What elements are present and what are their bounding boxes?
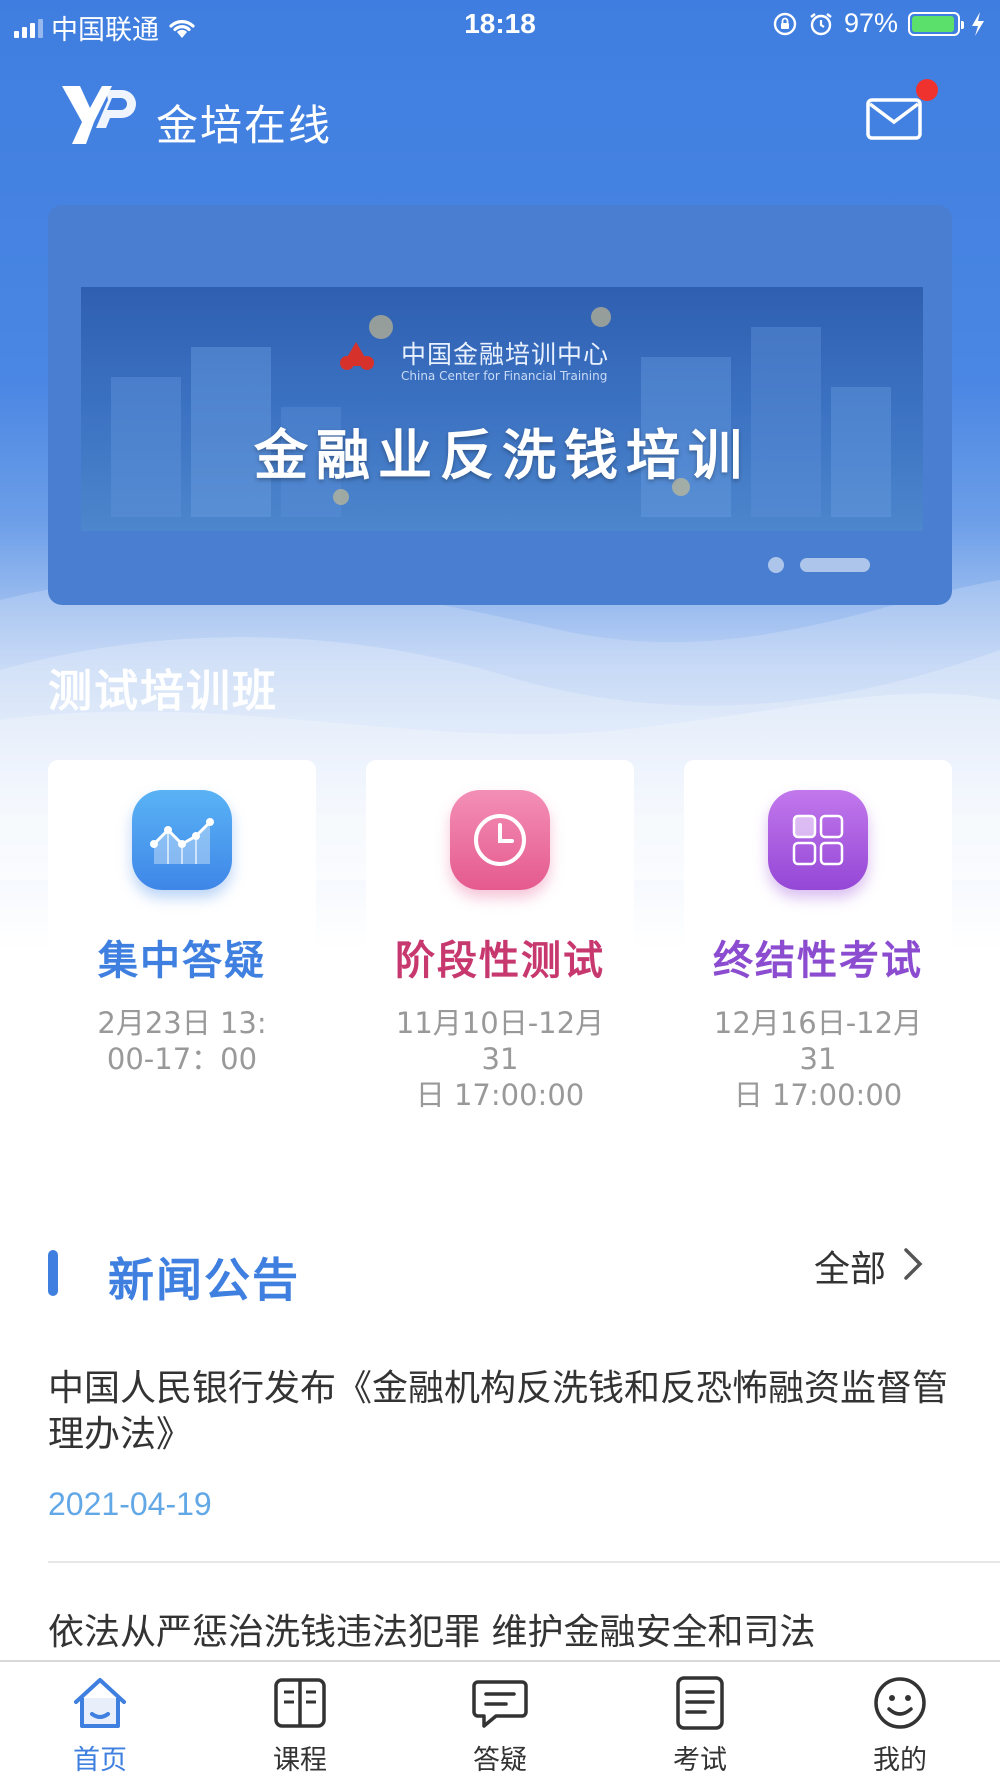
battery-percent: 97% (843, 8, 898, 38)
tab-label: 首页 (73, 1745, 127, 1776)
grid-icon (768, 790, 868, 890)
mail-button[interactable] (862, 90, 926, 148)
news-item-date: 2021-04-19 (48, 1486, 212, 1522)
carousel-dot-active[interactable] (800, 558, 870, 572)
alarm-icon (810, 12, 832, 35)
home-icon (74, 1678, 126, 1728)
feature-date-line: 11月10日-12月31 (395, 1006, 605, 1076)
orientation-lock-icon (773, 12, 797, 35)
battery-icon (908, 11, 964, 36)
feature-name: 集中答疑 (98, 938, 266, 984)
news-all-link[interactable]: 全部 (814, 1240, 886, 1292)
feature-card-qa[interactable]: 集中答疑 2月23日 13: 00-17：00 (48, 760, 316, 1100)
banner-image: 中国金融培训中心 China Center for Financial Trai… (81, 287, 923, 531)
status-bar: 中国联通 18:18 97% (0, 0, 1000, 50)
smile-icon (874, 1677, 926, 1729)
book-icon (274, 1678, 326, 1728)
feature-date-line: 日 17:00:00 (733, 1078, 903, 1112)
app-logo (62, 86, 136, 144)
tab-home[interactable]: 首页 (0, 1662, 200, 1778)
feature-name: 阶段性测试 (395, 938, 605, 984)
banner-illustration (111, 307, 891, 517)
chart-icon (132, 790, 232, 890)
charging-bolt-icon (972, 11, 984, 36)
section-accent-bar (48, 1250, 58, 1296)
feature-date: 2月23日 13: 00-17：00 (62, 1005, 302, 1077)
app-title: 金培在线 (156, 101, 333, 150)
clock-icon (450, 790, 550, 890)
class-title: 测试培训班 (48, 666, 278, 717)
tab-label: 考试 (673, 1745, 727, 1776)
status-right: 97% (772, 8, 986, 39)
tab-label: 我的 (873, 1745, 927, 1776)
feature-date-line: 日 17:00:00 (415, 1078, 585, 1112)
chat-icon (472, 1680, 528, 1728)
tab-courses[interactable]: 课程 (200, 1662, 400, 1778)
tab-exam[interactable]: 考试 (600, 1662, 800, 1778)
home-screen: 中国联通 18:18 97% 金培在线 中国金融培训中心 China Cente… (0, 0, 1000, 1778)
feature-card-final-exam[interactable]: 终结性考试 12月16日-12月31 日 17:00:00 (684, 760, 952, 1112)
feature-date-line: 2月23日 13: (97, 1006, 267, 1040)
feature-date: 11月10日-12月31 日 17:00:00 (380, 1005, 620, 1113)
feature-date: 12月16日-12月31 日 17:00:00 (698, 1005, 938, 1113)
feature-card-stage-test[interactable]: 阶段性测试 11月10日-12月31 日 17:00:00 (366, 760, 634, 1112)
chevron-right-icon[interactable] (898, 1242, 928, 1286)
news-section-title: 新闻公告 (108, 1253, 300, 1307)
tab-label: 课程 (273, 1745, 327, 1776)
feature-name: 终结性考试 (713, 938, 923, 984)
banner-carousel[interactable]: 中国金融培训中心 China Center for Financial Trai… (48, 205, 952, 605)
exam-icon (676, 1676, 724, 1730)
carousel-indicator (768, 557, 870, 573)
news-divider (48, 1561, 1000, 1563)
unread-badge (916, 79, 938, 101)
feature-date-line: 12月16日-12月31 (713, 1006, 923, 1076)
tab-label: 答疑 (473, 1745, 527, 1776)
carousel-dot[interactable] (768, 557, 784, 573)
news-item-title[interactable]: 中国人民银行发布《金融机构反洗钱和反恐怖融资监督管理办法》 (48, 1366, 948, 1458)
banner-org-name: 中国金融培训中心 (401, 340, 610, 369)
tab-qa[interactable]: 答疑 (400, 1662, 600, 1778)
feature-date-line: 00-17：00 (106, 1042, 258, 1076)
banner-title: 金融业反洗钱培训 (254, 424, 750, 487)
banner-org-name-en: China Center for Financial Training (401, 369, 608, 383)
news-item-title[interactable]: 依法从严惩治洗钱违法犯罪 维护金融安全和司法 (48, 1610, 948, 1656)
tab-profile[interactable]: 我的 (800, 1662, 1000, 1778)
bottom-tab-bar: 首页 课程 答疑 考试 我的 (0, 1660, 1000, 1778)
